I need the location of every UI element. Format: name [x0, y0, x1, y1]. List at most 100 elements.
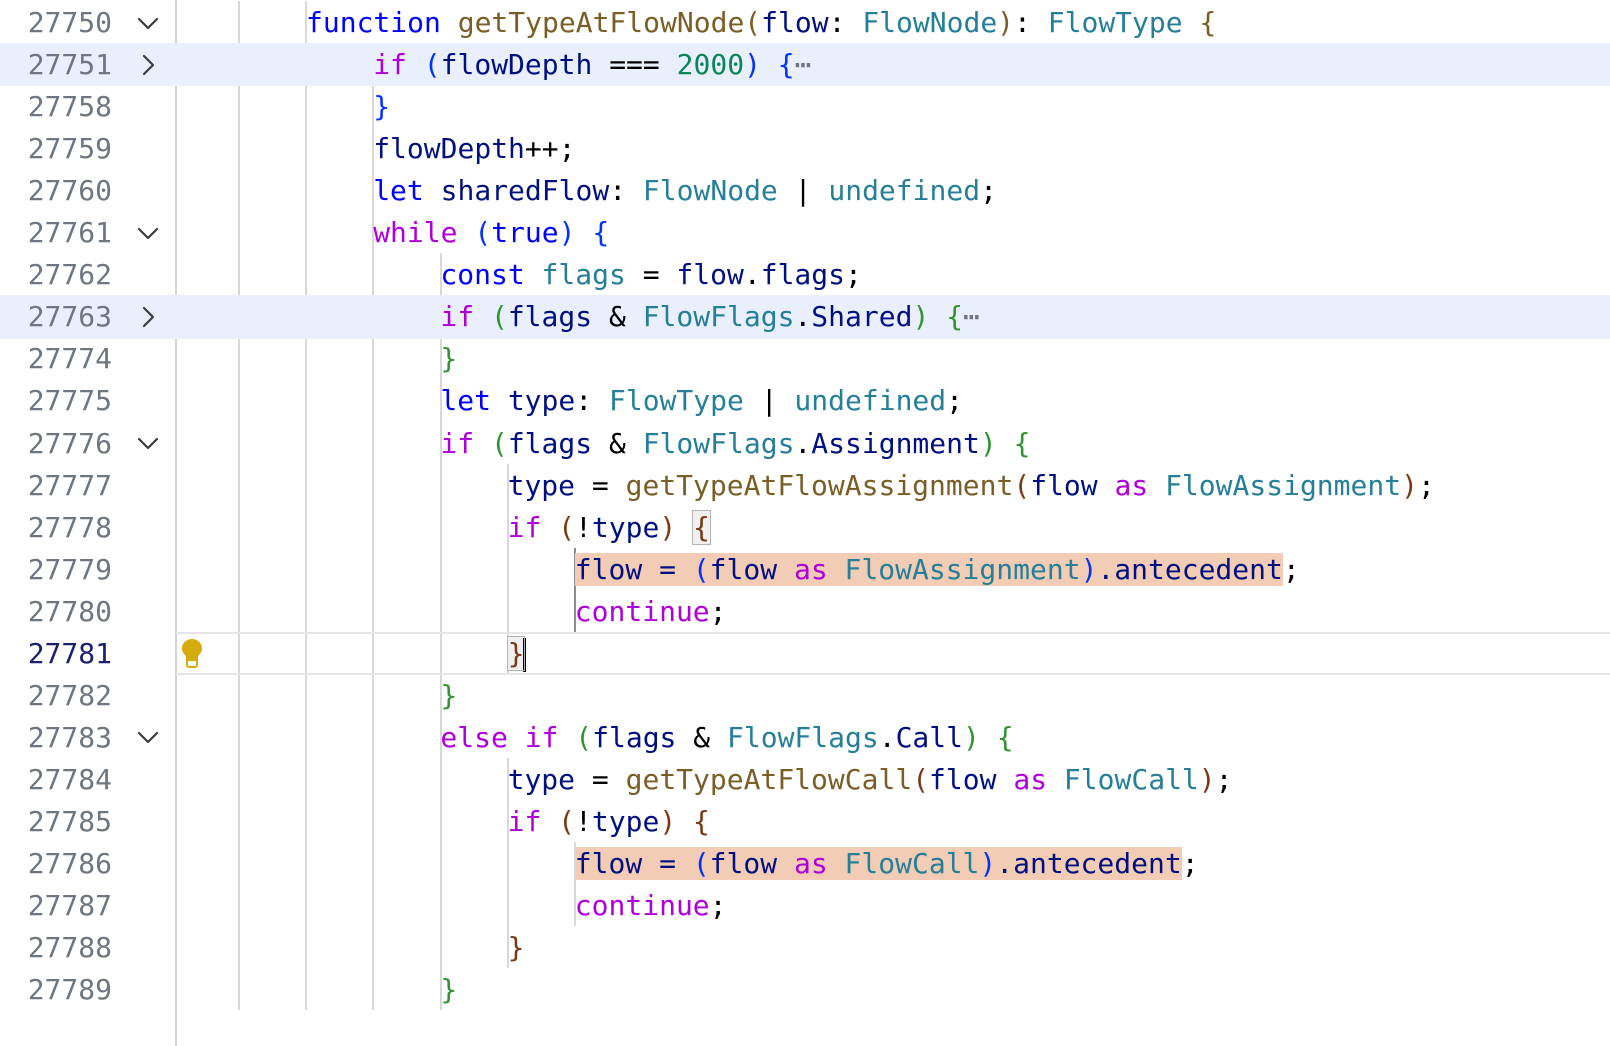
fold-toggle[interactable]: [133, 211, 163, 254]
code-line[interactable]: 27758}: [0, 85, 1610, 128]
code-token: {: [693, 804, 710, 838]
code-line[interactable]: 27781}: [0, 631, 1610, 675]
line-number: 27780: [27, 594, 112, 628]
line-number: 27774: [27, 342, 112, 376]
code-line-content[interactable]: let type: FlowType | undefined;: [176, 379, 1610, 422]
fold-toggle[interactable]: [133, 1, 163, 44]
code-line[interactable]: 27780 continue;: [0, 590, 1610, 633]
chevron-down-icon[interactable]: [135, 10, 161, 36]
chevron-down-icon[interactable]: [135, 724, 161, 750]
code-line-content[interactable]: let sharedFlow: FlowNode | undefined;: [176, 169, 1610, 212]
code-line-content[interactable]: if (!type) {: [176, 506, 1610, 549]
code-token: flow: [1030, 468, 1098, 502]
fold-toggle[interactable]: [133, 716, 163, 759]
chevron-down-icon[interactable]: [135, 220, 161, 246]
code-token: }: [507, 931, 525, 965]
code-line[interactable]: 27761 while (true) {: [0, 211, 1610, 254]
code-line[interactable]: 27778 if (!type) {: [0, 506, 1610, 549]
code-line[interactable]: 27783 else if (flags & FlowFlags.Call) {: [0, 716, 1610, 759]
code-token: ): [997, 6, 1015, 39]
code-token: continue: [574, 889, 710, 923]
code-token: const: [440, 258, 525, 292]
lightbulb-button[interactable]: [178, 637, 206, 679]
code-line-content[interactable]: }: [176, 631, 1610, 675]
code-token: else: [440, 720, 508, 754]
code-line[interactable]: 27775 let type: FlowType | undefined;: [0, 379, 1610, 422]
line-number: 27775: [27, 384, 112, 418]
chevron-down-icon[interactable]: [135, 430, 161, 456]
code-line-content[interactable]: else if (flags & FlowFlags.Call) {: [176, 716, 1610, 759]
code-line[interactable]: 27785 if (!type) {: [0, 800, 1610, 843]
code-line[interactable]: 27788}: [0, 926, 1610, 969]
code-token: let: [373, 174, 424, 208]
code-line-content[interactable]: continue;: [176, 590, 1610, 633]
code-token: ): [1401, 468, 1418, 502]
code-line[interactable]: 27777 type = getTypeAtFlowAssignment(flow…: [0, 464, 1610, 507]
code-line[interactable]: 27789}: [0, 968, 1610, 1011]
code-line[interactable]: 27759 flowDepth++;: [0, 127, 1610, 170]
code-line[interactable]: 27776 if (flags & FlowFlags.Assignment) {: [0, 422, 1610, 465]
code-line-content[interactable]: }: [176, 85, 1610, 128]
code-token: if: [440, 300, 475, 334]
code-line-content[interactable]: flowDepth++;: [176, 127, 1610, 170]
code-token: ): [963, 720, 980, 754]
code-token: {: [996, 720, 1014, 754]
code-line[interactable]: 27750 function getTypeAtFlowNode(flow: Fl…: [0, 1, 1610, 44]
code-line[interactable]: 27786 flow = (flow as FlowCall).anteceden…: [0, 842, 1610, 885]
code-token: flow: [676, 258, 744, 292]
chevron-right-icon[interactable]: [135, 52, 161, 78]
code-line-content[interactable]: if (!type) {: [176, 800, 1610, 843]
code-line[interactable]: 27751 if (flowDepth === 2000) {⋯: [0, 43, 1610, 87]
highlighted-token: flow =: [574, 847, 693, 880]
code-line-content[interactable]: }: [176, 674, 1610, 717]
code-line-content[interactable]: flow = (flow as FlowCall).antecedent;: [176, 842, 1610, 885]
code-line-content[interactable]: const flags = flow.flags;: [176, 253, 1610, 296]
code-token: ;: [1417, 468, 1435, 502]
chevron-right-icon[interactable]: [135, 304, 161, 330]
code-line[interactable]: 27760 let sharedFlow: FlowNode | undefine…: [0, 169, 1610, 212]
code-line-content[interactable]: if (flowDepth === 2000) {⋯: [176, 43, 1610, 87]
code-line[interactable]: 27774}: [0, 337, 1610, 380]
code-line-content[interactable]: while (true) {: [176, 211, 1610, 254]
fold-toggle[interactable]: [133, 295, 163, 338]
code-text: type = getTypeAtFlowAssignment(flow as F…: [508, 464, 1435, 507]
code-editor[interactable]: 27750 function getTypeAtFlowNode(flow: Fl…: [0, 0, 1610, 1046]
code-line[interactable]: 27763 if (flags & FlowFlags.Shared) {⋯: [0, 295, 1610, 339]
code-token: ): [979, 426, 997, 460]
code-text: type = getTypeAtFlowCall(flow as FlowCal…: [508, 758, 1233, 801]
code-line-content[interactable]: type = getTypeAtFlowCall(flow as FlowCal…: [176, 758, 1610, 801]
code-line-content[interactable]: if (flags & FlowFlags.Assignment) {: [176, 422, 1610, 465]
fold-toggle[interactable]: [133, 43, 163, 86]
code-token: }: [440, 973, 458, 1007]
code-token: (: [912, 762, 930, 796]
code-line-content[interactable]: if (flags & FlowFlags.Shared) {⋯: [176, 295, 1610, 339]
code-line-content[interactable]: type = getTypeAtFlowAssignment(flow as F…: [176, 464, 1610, 507]
code-line[interactable]: 27762 const flags = flow.flags;: [0, 253, 1610, 296]
code-token: as: [1013, 762, 1048, 796]
code-line[interactable]: 27782}: [0, 674, 1610, 717]
code-line-content[interactable]: }: [176, 968, 1610, 1011]
code-token: =: [575, 468, 626, 502]
code-line-content[interactable]: function getTypeAtFlowNode(flow: FlowNod…: [176, 1, 1610, 44]
code-line[interactable]: 27779 flow = (flow as FlowAssignment).ant…: [0, 548, 1610, 591]
code-token: ;: [980, 174, 997, 208]
line-number: 27789: [27, 973, 112, 1007]
lightbulb-icon[interactable]: [178, 637, 206, 669]
highlighted-token: [827, 847, 845, 880]
code-token: ;: [1181, 847, 1199, 880]
code-line[interactable]: 27787 continue;: [0, 884, 1610, 927]
code-line-content[interactable]: continue;: [176, 884, 1610, 927]
fold-toggle[interactable]: [133, 422, 163, 465]
code-token: (: [558, 510, 576, 544]
code-token: FlowAssignment: [1165, 468, 1402, 502]
code-line-content[interactable]: flow = (flow as FlowAssignment).antecede…: [176, 548, 1610, 591]
code-line[interactable]: 27784 type = getTypeAtFlowCall(flow as Fl…: [0, 758, 1610, 801]
code-line-content[interactable]: }: [176, 926, 1610, 969]
code-line-content[interactable]: }: [176, 337, 1610, 380]
code-token: }: [373, 90, 391, 124]
code-text: const flags = flow.flags;: [440, 253, 861, 296]
